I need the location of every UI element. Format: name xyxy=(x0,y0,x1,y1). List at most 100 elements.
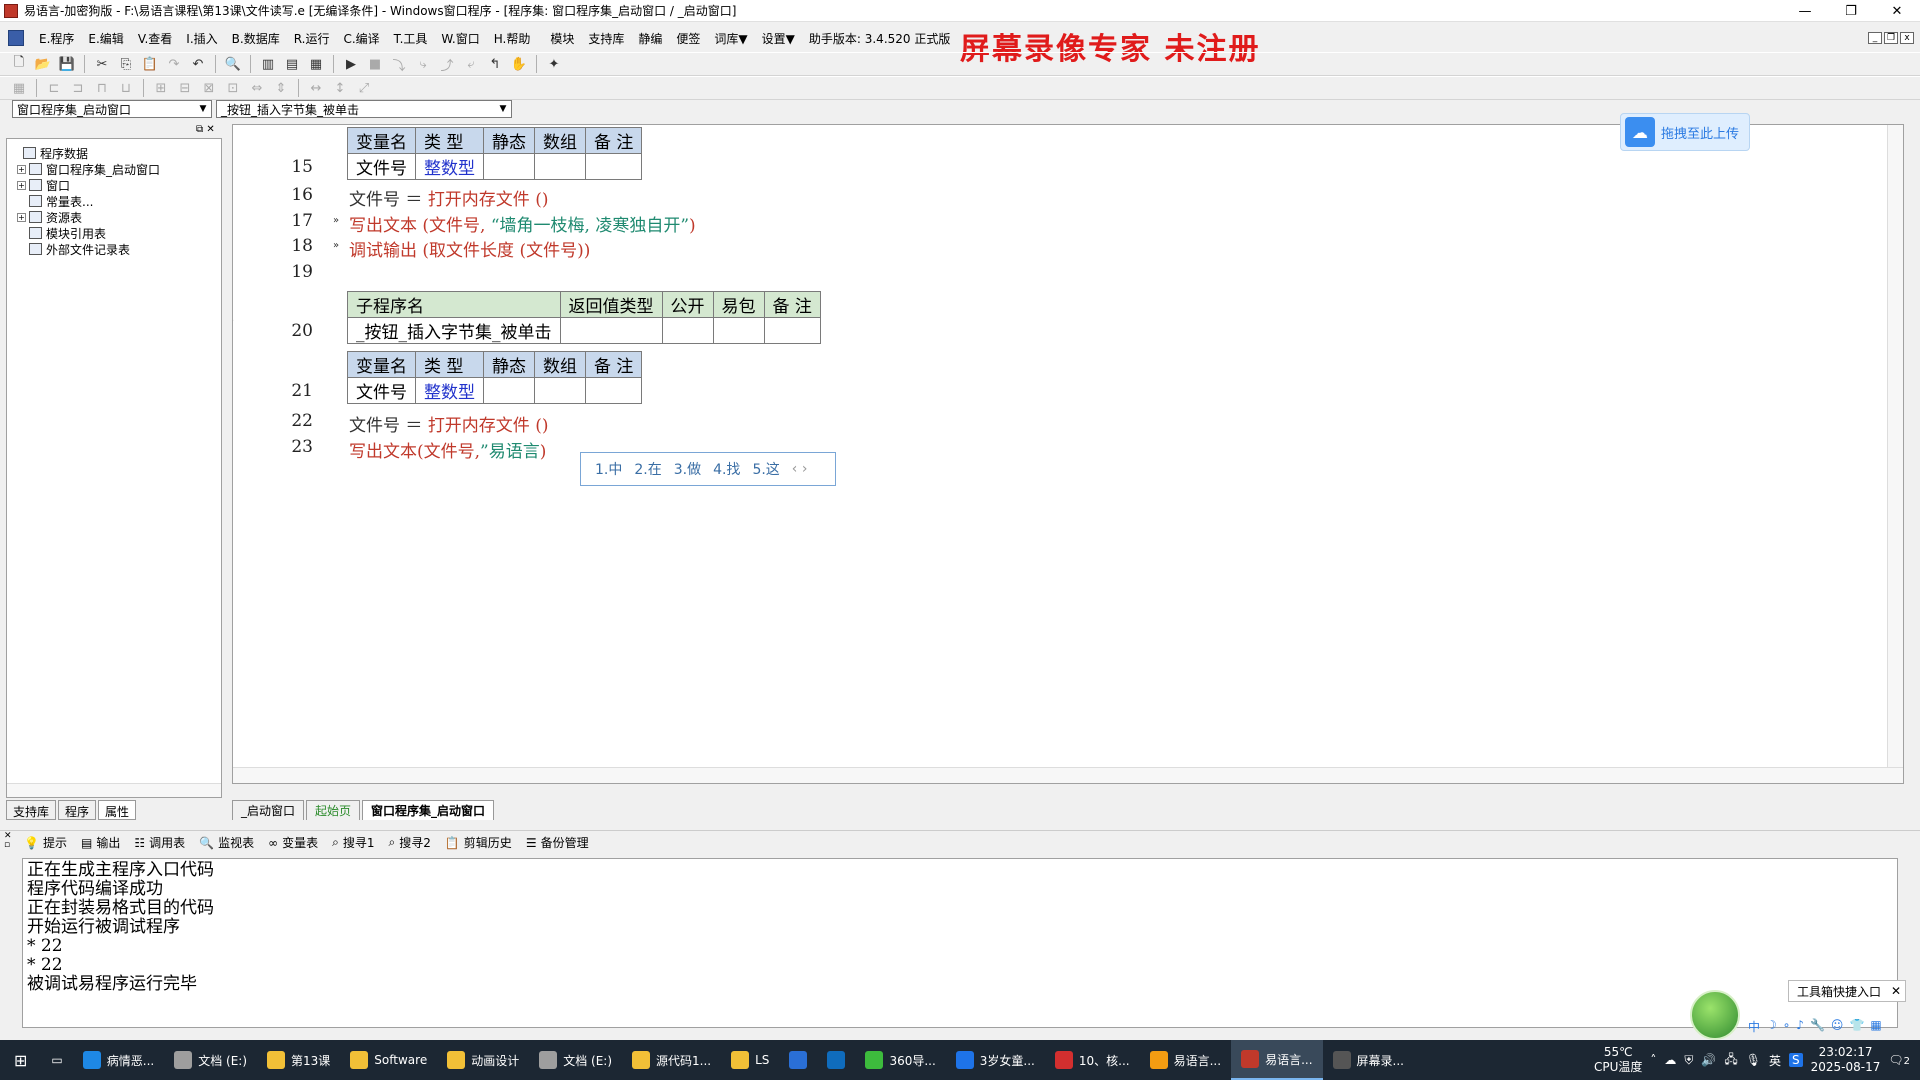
cut-icon[interactable]: ✂ xyxy=(93,55,111,73)
shield-icon[interactable]: ⛨ xyxy=(1684,1053,1693,1068)
expand-icon[interactable]: + xyxy=(17,164,26,174)
align-grid-icon[interactable]: ▦ xyxy=(10,79,28,97)
layout-3-icon[interactable]: ▦ xyxy=(307,55,325,73)
menu-help[interactable]: H.帮助 xyxy=(487,30,538,47)
open-folder-icon[interactable]: 📂 xyxy=(34,55,52,73)
menu-tools[interactable]: T.工具 xyxy=(387,30,435,47)
task-view-button[interactable]: ▭ xyxy=(41,1040,72,1080)
table-cell[interactable] xyxy=(534,153,586,180)
same-width-icon[interactable]: ⊠ xyxy=(200,79,218,97)
method-combo[interactable]: _按钮_插入字节集_被单击 ▼ xyxy=(216,100,512,118)
class-combo[interactable]: 窗口程序集_启动窗口 ▼ xyxy=(12,100,212,118)
mic-icon[interactable]: 🎙 xyxy=(1746,1053,1761,1067)
tool-backup[interactable]: ☰ 备份管理 xyxy=(526,834,589,851)
tool-call-stack[interactable]: ☷ 调用表 xyxy=(134,834,185,851)
mdi-close-button[interactable]: x xyxy=(1900,32,1914,44)
taskbar-item[interactable]: Software xyxy=(340,1040,437,1080)
hand-icon[interactable]: ✋ xyxy=(510,55,528,73)
taskbar-item[interactable]: 第13课 xyxy=(257,1040,340,1080)
taskbar-item[interactable]: 病情恶... xyxy=(73,1040,164,1080)
step-4-icon[interactable]: ⤶ xyxy=(462,55,480,73)
taskbar-item[interactable]: 3岁女童... xyxy=(946,1040,1045,1080)
jump-icon[interactable]: ↰ xyxy=(486,55,504,73)
tool-search-2[interactable]: ⌕ 搜寻2 xyxy=(388,834,430,851)
close-button[interactable]: ✕ xyxy=(1874,0,1920,22)
code-line[interactable]: 文件号 ＝ 打开内存文件 () xyxy=(349,185,548,210)
step-1-icon[interactable]: ⤵ xyxy=(390,55,408,74)
wizard-icon[interactable]: ✦ xyxy=(545,55,563,73)
taskbar-item[interactable]: 文档 (E:) xyxy=(164,1040,257,1080)
moon-icon[interactable]: ☽ xyxy=(1766,1018,1777,1035)
align-bottom-icon[interactable]: ⊔ xyxy=(117,79,135,97)
size-icon[interactable]: ⤢ xyxy=(355,79,373,97)
align-top-icon[interactable]: ⊓ xyxy=(93,79,111,97)
menu-database[interactable]: B.数据库 xyxy=(225,30,287,47)
paste-icon[interactable]: 📋 xyxy=(141,55,159,73)
vertical-scrollbar[interactable] xyxy=(1887,125,1903,783)
grid-icon[interactable]: ▦ xyxy=(1870,1018,1881,1035)
tab-class-module[interactable]: 窗口程序集_启动窗口 xyxy=(362,800,495,820)
tree-item[interactable]: + 资源表 xyxy=(11,209,217,225)
code-line[interactable]: 文件号 ＝ 打开内存文件 () xyxy=(349,411,548,436)
tool-hint[interactable]: 💡 提示 xyxy=(24,834,67,851)
table-cell[interactable] xyxy=(712,317,765,344)
zh-icon[interactable]: 中 xyxy=(1748,1018,1760,1035)
stop-icon[interactable]: ■ xyxy=(366,55,384,73)
menu-program[interactable]: E.程序 xyxy=(32,30,81,47)
menu-settings[interactable]: 设置▼ xyxy=(755,30,802,47)
expand-icon[interactable]: + xyxy=(17,212,26,222)
menu-support-lib[interactable]: 支持库 xyxy=(581,30,631,47)
toolbox-tip[interactable]: 工具箱快捷入口 ✕ xyxy=(1788,980,1906,1002)
expand-icon[interactable]: + xyxy=(17,180,26,190)
clock[interactable]: 23:02:17 2025-08-17 xyxy=(1811,1045,1881,1075)
table-cell[interactable] xyxy=(483,377,535,404)
tab-start-page[interactable]: 起始页 xyxy=(306,800,361,820)
find-icon[interactable]: 🔍 xyxy=(224,55,242,73)
tree-item[interactable]: 常量表... xyxy=(11,193,217,209)
width-icon[interactable]: ↔ xyxy=(307,79,325,97)
space-v-icon[interactable]: ⇕ xyxy=(272,79,290,97)
height-icon[interactable]: ↕ xyxy=(331,79,349,97)
menu-edit[interactable]: E.编辑 xyxy=(81,30,130,47)
new-file-icon[interactable]: 🗋 xyxy=(10,55,28,73)
wrench-icon[interactable]: 🔧 xyxy=(1810,1018,1825,1035)
ime-candidate-box[interactable]: 1.中 2.在 3.做 4.找 5.这 ‹ › xyxy=(580,452,836,486)
menu-compile[interactable]: C.编译 xyxy=(336,30,386,47)
redo-icon[interactable]: ↷ xyxy=(165,55,183,73)
menu-static-compile[interactable]: 静编 xyxy=(631,30,669,47)
taskbar-item[interactable] xyxy=(817,1040,855,1080)
center-v-icon[interactable]: ⊟ xyxy=(176,79,194,97)
taskbar-item[interactable]: 源代码1... xyxy=(622,1040,721,1080)
network-icon[interactable]: 🖧 xyxy=(1724,1050,1737,1071)
run-icon[interactable]: ▶ xyxy=(342,55,360,73)
step-3-icon[interactable]: ⤴ xyxy=(438,55,456,74)
tool-clipboard-history[interactable]: 📋 剪辑历史 xyxy=(445,834,512,851)
table-cell[interactable] xyxy=(584,153,643,180)
tool-variables[interactable]: ∞ 变量表 xyxy=(268,834,318,851)
menu-dictionary[interactable]: 词库▼ xyxy=(707,30,754,47)
restore-button[interactable]: ❐ xyxy=(1828,0,1874,22)
code-line[interactable]: 写出文本(文件号,”易语言) xyxy=(349,437,546,462)
taskbar-item[interactable]: 易语言... xyxy=(1140,1040,1231,1080)
table-cell[interactable]: 整数型 xyxy=(415,377,484,404)
assistant-ball[interactable] xyxy=(1690,990,1740,1040)
tree-item[interactable]: 模块引用表 xyxy=(11,225,217,241)
ime-candidate[interactable]: 2.在 xyxy=(634,459,661,479)
tool-output[interactable]: ▤ 输出 xyxy=(81,834,120,851)
taskbar-item[interactable]: 动画设计 xyxy=(437,1040,529,1080)
save-icon[interactable]: 💾 xyxy=(58,55,76,73)
table-cell[interactable]: 文件号 xyxy=(347,153,416,180)
align-left-icon[interactable]: ⊏ xyxy=(45,79,63,97)
upload-button[interactable]: ☁ 拖拽至此上传 xyxy=(1620,113,1750,151)
code-editor[interactable]: 变量名类 型静态 数组备 注 文件号 整数型 15 16 文件号 ＝ 打开内存文件 (… xyxy=(232,124,1904,784)
menu-view[interactable]: V.查看 xyxy=(131,30,179,47)
code-line[interactable]: 调试输出 (取文件长度 (文件号)) xyxy=(349,236,590,261)
step-2-icon[interactable]: ⤷ xyxy=(414,55,432,73)
taskbar-item[interactable]: 屏幕录... xyxy=(1323,1040,1414,1080)
ime-candidate[interactable]: 4.找 xyxy=(713,459,740,479)
panel-pin-icon[interactable]: ⧉ ✕ xyxy=(196,124,215,135)
menu-window[interactable]: W.窗口 xyxy=(434,30,486,47)
undo-icon[interactable]: ↶ xyxy=(189,55,207,73)
panel-close-icon[interactable]: ✕ ▫ xyxy=(4,832,12,850)
ime-candidate[interactable]: 3.做 xyxy=(674,459,701,479)
